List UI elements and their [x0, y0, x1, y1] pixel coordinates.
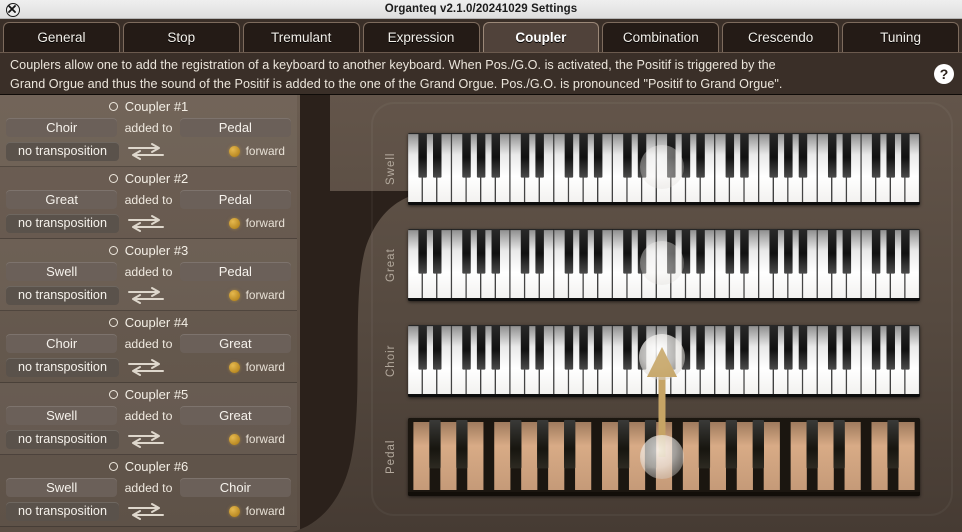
added-to-label: added to: [124, 120, 173, 135]
question-mark-icon[interactable]: ?: [934, 64, 954, 84]
coupler-source-select[interactable]: Swell: [6, 478, 118, 497]
description-panel: Couplers allow one to add the registrati…: [0, 53, 962, 95]
bidirectional-arrows-icon[interactable]: [127, 286, 165, 304]
keyboard-swell[interactable]: Swell: [380, 133, 920, 205]
tab-combination[interactable]: Combination: [602, 22, 720, 52]
keyboard-pedal[interactable]: Pedal: [380, 418, 920, 496]
tab-tremulant[interactable]: Tremulant: [242, 22, 360, 52]
coupler-direction-label: forward: [245, 360, 285, 374]
tab-general[interactable]: General: [3, 22, 120, 52]
coupler-target-select[interactable]: Choir: [179, 478, 291, 497]
tab-tuning[interactable]: Tuning: [842, 22, 959, 52]
title-bar: Organteq v2.1.0/20241029 Settings: [0, 0, 962, 19]
coupler-row[interactable]: Coupler #2 Great added to Pedal no trans…: [0, 167, 297, 239]
tab-stop[interactable]: Stop: [122, 22, 240, 52]
coupler-target-select[interactable]: Pedal: [179, 262, 291, 281]
coupler-transposition-select[interactable]: no transposition: [6, 213, 119, 233]
keyboard-label: Pedal: [385, 439, 397, 475]
coupler-transposition-select[interactable]: no transposition: [6, 141, 119, 161]
coupler-row[interactable]: Coupler #4 Choir added to Great no trans…: [0, 311, 297, 383]
settings-tab-bar: General Stop Tremulant Expression Couple…: [0, 19, 962, 53]
direction-led-indicator[interactable]: [228, 505, 240, 517]
keyboard-stack: Swell Great Choir Pedal: [380, 95, 940, 532]
direction-led-indicator[interactable]: [228, 433, 240, 445]
coupler-direction-label: forward: [245, 504, 285, 518]
coupler-enable-radio[interactable]: [108, 102, 118, 111]
coupler-enable-radio[interactable]: [108, 174, 118, 183]
coupler-target-select[interactable]: Pedal: [179, 118, 291, 137]
coupler-target-select[interactable]: Great: [179, 406, 291, 425]
coupler-title: Coupler #1: [124, 99, 189, 114]
coupler-enable-radio[interactable]: [108, 318, 118, 327]
bidirectional-arrows-icon[interactable]: [127, 214, 165, 232]
direction-led-indicator[interactable]: [228, 289, 240, 301]
keyboard-label: Great: [385, 248, 397, 282]
added-to-label: added to: [124, 336, 173, 351]
keyboard-great[interactable]: Great: [380, 229, 920, 301]
coupler-transposition-select[interactable]: no transposition: [6, 357, 119, 377]
keyboard-choir[interactable]: Choir: [380, 325, 920, 397]
coupler-source-select[interactable]: Swell: [6, 406, 118, 425]
direction-led-indicator[interactable]: [228, 361, 240, 373]
coupler-row[interactable]: Coupler #1 Choir added to Pedal no trans…: [0, 95, 297, 167]
coupler-enable-radio[interactable]: [108, 462, 118, 471]
coupler-title: Coupler #4: [124, 315, 189, 330]
bidirectional-arrows-icon[interactable]: [127, 142, 165, 160]
coupler-row[interactable]: Coupler #3 Swell added to Pedal no trans…: [0, 239, 297, 311]
coupler-title: Coupler #3: [124, 243, 189, 258]
added-to-label: added to: [124, 480, 173, 495]
coupler-direction-label: forward: [245, 216, 285, 230]
manual-keys[interactable]: [408, 133, 920, 205]
bidirectional-arrows-icon[interactable]: [127, 502, 165, 520]
description-line-2: Grand Orgue and thus the sound of the Po…: [10, 77, 783, 91]
tab-coupler[interactable]: Coupler: [482, 22, 600, 52]
keyboard-label: Swell: [385, 152, 397, 186]
coupler-target-select[interactable]: Great: [179, 334, 291, 353]
coupler-source-select[interactable]: Choir: [6, 334, 118, 353]
pedalboard-keys[interactable]: [408, 418, 920, 496]
description-line-1: Couplers allow one to add the registrati…: [10, 58, 776, 72]
tab-crescendo[interactable]: Crescendo: [722, 22, 840, 52]
coupler-title: Coupler #5: [124, 387, 189, 402]
window-title: Organteq v2.1.0/20241029 Settings: [384, 3, 578, 15]
bidirectional-arrows-icon[interactable]: [127, 430, 165, 448]
coupler-direction-label: forward: [245, 144, 285, 158]
tab-expression[interactable]: Expression: [362, 22, 480, 52]
added-to-label: added to: [124, 264, 173, 279]
added-to-label: added to: [124, 192, 173, 207]
coupler-row[interactable]: Coupler #6 Swell added to Choir no trans…: [0, 455, 297, 527]
keyboard-label: Choir: [385, 344, 397, 378]
added-to-label: added to: [124, 408, 173, 423]
coupler-row[interactable]: Coupler #5 Swell added to Great no trans…: [0, 383, 297, 455]
coupler-target-select[interactable]: Pedal: [179, 190, 291, 209]
coupler-enable-radio[interactable]: [108, 390, 118, 399]
coupler-transposition-select[interactable]: no transposition: [6, 285, 119, 305]
coupler-transposition-select[interactable]: no transposition: [6, 501, 119, 521]
direction-led-indicator[interactable]: [228, 145, 240, 157]
manual-keys[interactable]: [408, 325, 920, 397]
coupler-source-select[interactable]: Swell: [6, 262, 118, 281]
coupler-list[interactable]: Coupler #1 Choir added to Pedal no trans…: [0, 95, 297, 532]
coupler-direction-label: forward: [245, 288, 285, 302]
organteq-settings-window: Organteq v2.1.0/20241029 Settings Genera…: [0, 0, 962, 532]
coupler-source-select[interactable]: Great: [6, 190, 118, 209]
coupler-direction-label: forward: [245, 432, 285, 446]
coupler-title: Coupler #6: [124, 459, 189, 474]
direction-led-indicator[interactable]: [228, 217, 240, 229]
manual-keys[interactable]: [408, 229, 920, 301]
coupler-enable-radio[interactable]: [108, 246, 118, 255]
coupler-source-select[interactable]: Choir: [6, 118, 118, 137]
bidirectional-arrows-icon[interactable]: [127, 358, 165, 376]
coupler-transposition-select[interactable]: no transposition: [6, 429, 119, 449]
coupler-body: Coupler #1 Choir added to Pedal no trans…: [0, 95, 962, 532]
coupler-title: Coupler #2: [124, 171, 189, 186]
